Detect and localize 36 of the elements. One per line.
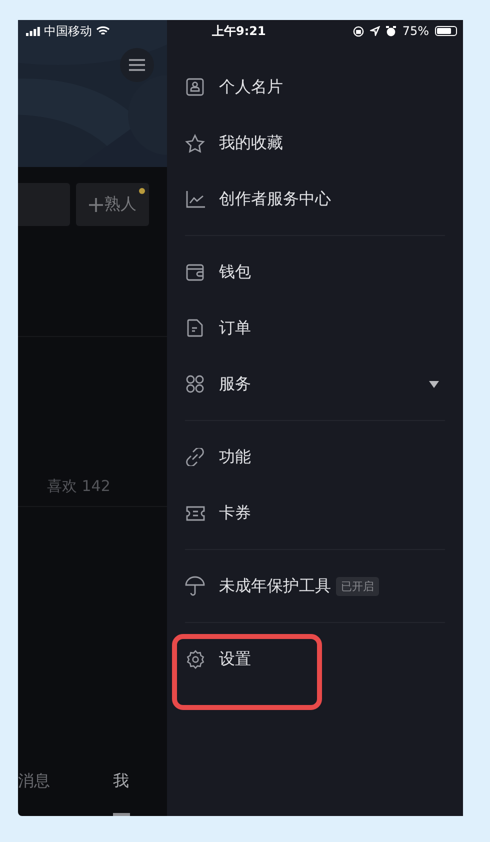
tab-indicator <box>113 813 130 816</box>
add-friend-button[interactable]: 熟人 <box>76 183 149 226</box>
four-circles-icon <box>186 375 204 393</box>
location-arrow-icon <box>370 26 380 36</box>
battery-percent: 75% <box>402 24 429 38</box>
menu-item[interactable]: 订单 <box>167 300 463 356</box>
menu-item[interactable]: 个人名片 <box>167 59 463 115</box>
umbrella-icon <box>185 576 205 596</box>
status-badge: 已开启 <box>336 576 379 596</box>
tab-bar-item[interactable]: 消息 <box>18 771 50 792</box>
clock-time: 上午9:21 <box>212 22 267 40</box>
menu-item[interactable]: 服务 <box>167 356 463 412</box>
plus-icon <box>88 198 102 212</box>
menu-item[interactable]: 设置 <box>167 631 463 687</box>
signal-icon <box>26 26 40 36</box>
menu-item[interactable]: 钱包 <box>167 244 463 300</box>
carrier-name: 中国移动 <box>44 22 92 40</box>
wallet-icon <box>186 263 204 281</box>
menu-item[interactable]: 我的收藏 <box>167 115 463 171</box>
document-icon <box>187 319 203 337</box>
settings-icon <box>186 650 204 668</box>
alarm-icon <box>386 26 396 36</box>
menu-item[interactable]: 创作者服务中心 <box>167 171 463 227</box>
menu-item[interactable]: 功能 <box>167 429 463 485</box>
link-icon <box>186 448 204 466</box>
caret-icon[interactable] <box>429 380 439 388</box>
star-icon <box>185 134 205 152</box>
id-card-icon <box>186 78 204 96</box>
menu-item[interactable]: 卡券 <box>167 485 463 541</box>
wifi-icon <box>96 26 110 36</box>
menu-icon <box>129 59 145 71</box>
menu-item[interactable]: 未成年保护工具 已开启 <box>167 558 463 614</box>
line-chart-icon <box>186 190 204 208</box>
ticket-icon <box>186 506 204 520</box>
rotation-lock-icon <box>353 26 364 36</box>
tab-bar-item[interactable]: 我 <box>113 771 129 792</box>
